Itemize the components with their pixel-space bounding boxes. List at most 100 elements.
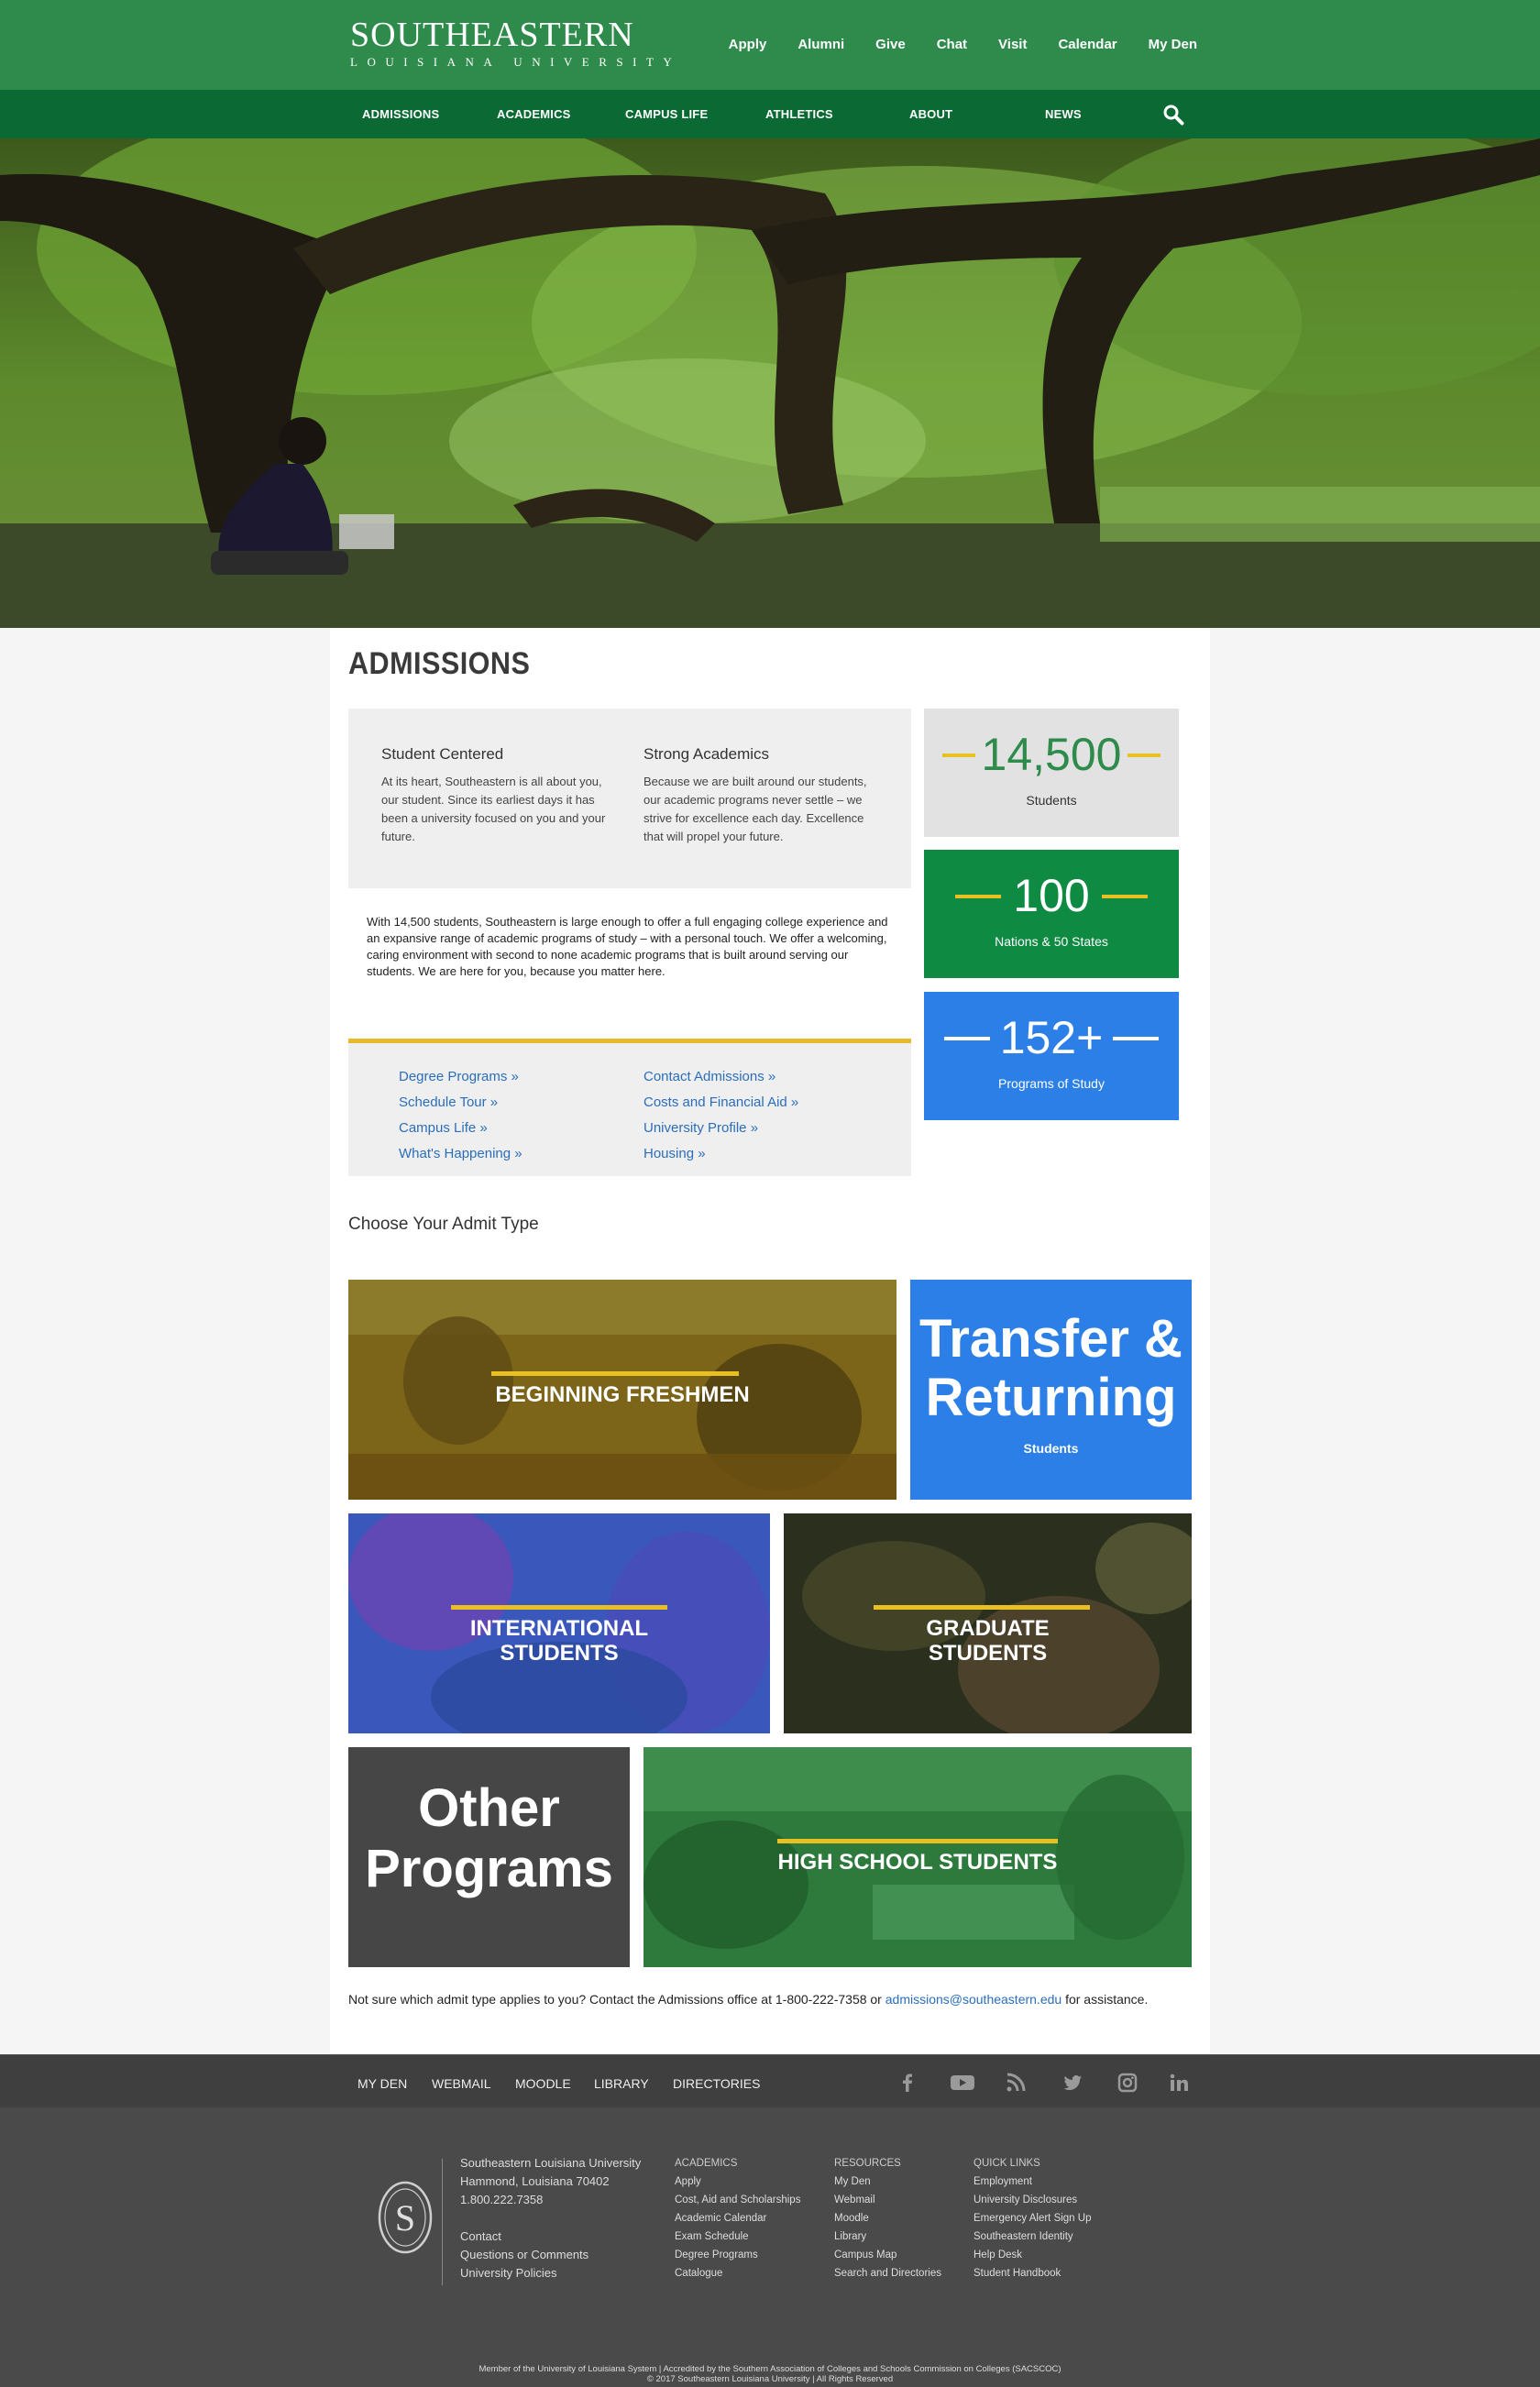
tile-other-line1: Other: [418, 1778, 560, 1838]
footer-university-name: Southeastern Louisiana University: [460, 2156, 642, 2170]
tile-high-school-students[interactable]: HIGH SCHOOL STUDENTS: [644, 1747, 1192, 1967]
nav-athletics[interactable]: ATHLETICS: [765, 107, 833, 121]
footer-academics-link[interactable]: Apply: [675, 2172, 800, 2191]
footer-link-moodle[interactable]: MOODLE: [515, 2076, 571, 2091]
stat-programs-label: Programs of Study: [998, 1076, 1105, 1091]
footer-link-contact[interactable]: Contact: [460, 2228, 641, 2246]
tile-accent-bar: [874, 1605, 1090, 1610]
footer-academics-link[interactable]: Academic Calendar: [675, 2209, 800, 2228]
nav-campus-life[interactable]: CAMPUS LIFE: [625, 107, 708, 121]
hero-image-campus-oaks: [0, 138, 1540, 628]
student-centered-text: At its heart, Southeastern is all about …: [381, 775, 606, 843]
footer-quick-link[interactable]: Student Handbook: [974, 2264, 1091, 2282]
admit-type-heading: Choose Your Admit Type: [348, 1215, 539, 1234]
footer-academics-link[interactable]: Degree Programs: [675, 2246, 800, 2264]
footer-link-directories[interactable]: DIRECTORIES: [673, 2076, 760, 2091]
tile-international-students[interactable]: INTERNATIONAL STUDENTS: [348, 1513, 770, 1733]
footer-resources-link[interactable]: Search and Directories: [834, 2264, 941, 2282]
footer-resources-link[interactable]: Library: [834, 2228, 941, 2246]
logo-main-text: SOUTHEASTERN: [350, 16, 634, 54]
footer-city: Hammond, Louisiana 70402: [460, 2174, 610, 2188]
intro-box: Student Centered At its heart, Southeast…: [348, 709, 911, 888]
link-schedule-tour[interactable]: Schedule Tour »: [399, 1094, 498, 1110]
footer-link-policies[interactable]: University Policies: [460, 2264, 641, 2282]
stat-nations-label: Nations & 50 States: [995, 934, 1108, 949]
footer-academics-heading: ACADEMICS: [675, 2158, 738, 2169]
utility-link-my-den[interactable]: My Den: [1149, 37, 1197, 52]
linkedin-icon[interactable]: [1168, 2072, 1190, 2094]
footer-quick-link[interactable]: Employment: [974, 2172, 1091, 2191]
footer-resources-link[interactable]: Moodle: [834, 2209, 941, 2228]
footer-divider: [442, 2159, 443, 2285]
utility-link-calendar[interactable]: Calendar: [1058, 37, 1116, 52]
tile-transfer-line2: Returning: [925, 1368, 1177, 1427]
tile-other-programs[interactable]: Other Programs: [348, 1747, 630, 1967]
stat-programs: 152+ Programs of Study: [924, 992, 1179, 1120]
footer-quick-link[interactable]: Help Desk: [974, 2246, 1091, 2264]
footer-spacer: [460, 2209, 641, 2228]
facebook-icon[interactable]: [896, 2072, 918, 2094]
search-icon[interactable]: [1162, 104, 1184, 126]
utility-link-apply[interactable]: Apply: [729, 37, 767, 52]
footer-resources-column: RESOURCES My Den Webmail Moodle Library …: [834, 2154, 941, 2282]
footer-link-webmail[interactable]: WEBMAIL: [432, 2076, 491, 2091]
footer-academics-link[interactable]: Exam Schedule: [675, 2228, 800, 2246]
link-contact-admissions[interactable]: Contact Admissions »: [644, 1069, 776, 1084]
svg-text:S: S: [395, 2197, 415, 2238]
nav-about[interactable]: ABOUT: [909, 107, 952, 121]
tile-graduate-line2: STUDENTS: [928, 1641, 1048, 1666]
link-housing[interactable]: Housing »: [644, 1146, 706, 1161]
tile-international-line2: STUDENTS: [500, 1641, 619, 1666]
stat-nations: 100 Nations & 50 States: [924, 850, 1179, 978]
link-costs-financial-aid[interactable]: Costs and Financial Aid »: [644, 1094, 798, 1110]
tile-international-line1: INTERNATIONAL: [469, 1616, 649, 1641]
footer-resources-link[interactable]: Webmail: [834, 2191, 941, 2209]
link-university-profile[interactable]: University Profile »: [644, 1120, 758, 1136]
logo-sub-text: LOUISIANA UNIVERSITY: [350, 55, 682, 69]
footer-resources-link[interactable]: My Den: [834, 2172, 941, 2191]
tile-transfer-line1: Transfer &: [919, 1309, 1182, 1369]
footer-academics-link[interactable]: Cost, Aid and Scholarships: [675, 2191, 800, 2209]
rss-icon[interactable]: [1005, 2072, 1027, 2094]
stat-students-label: Students: [1026, 793, 1077, 808]
utility-link-chat[interactable]: Chat: [937, 37, 967, 52]
footer-link-bar: MY DEN WEBMAIL MOODLE LIBRARY DIRECTORIE…: [0, 2054, 1540, 2107]
nav-academics[interactable]: ACADEMICS: [497, 107, 571, 121]
footer-academics-link[interactable]: Catalogue: [675, 2264, 800, 2282]
footer-quick-link[interactable]: Emergency Alert Sign Up: [974, 2209, 1091, 2228]
footer-quick-links-heading: QUICK LINKS: [974, 2158, 1040, 2169]
main-nav: ADMISSIONS ACADEMICS CAMPUS LIFE ATHLETI…: [0, 90, 1540, 138]
link-campus-life[interactable]: Campus Life »: [399, 1120, 488, 1136]
university-logo[interactable]: SOUTHEASTERN LOUISIANA UNIVERSITY: [350, 16, 681, 70]
utility-link-give[interactable]: Give: [875, 37, 906, 52]
stat-dash-right: [1128, 754, 1160, 757]
twitter-icon[interactable]: [1062, 2072, 1084, 2094]
link-whats-happening[interactable]: What's Happening »: [399, 1146, 522, 1161]
tile-beginning-freshmen[interactable]: BEGINNING FRESHMEN: [348, 1280, 896, 1500]
footer-quick-link[interactable]: Southeastern Identity: [974, 2228, 1091, 2246]
footer-quick-link[interactable]: University Disclosures: [974, 2191, 1091, 2209]
youtube-icon[interactable]: [950, 2072, 975, 2094]
tile-transfer-returning[interactable]: Transfer & Returning Students: [910, 1280, 1192, 1500]
tile-accent-bar: [491, 1371, 739, 1376]
footer-address: Southeastern Louisiana University Hammon…: [460, 2154, 641, 2282]
tile-graduate-students[interactable]: GRADUATE STUDENTS: [784, 1513, 1192, 1733]
footer-link-my-den[interactable]: MY DEN: [358, 2076, 407, 2091]
admissions-email-link[interactable]: admissions@southeastern.edu: [886, 1992, 1062, 2007]
nav-news[interactable]: NEWS: [1045, 107, 1082, 121]
footer-resources-link[interactable]: Campus Map: [834, 2246, 941, 2264]
instagram-icon[interactable]: [1116, 2072, 1138, 2094]
footer-link-questions[interactable]: Questions or Comments: [460, 2246, 641, 2264]
footer-phone: 1.800.222.7358: [460, 2193, 544, 2206]
university-seal-icon[interactable]: S: [378, 2181, 433, 2254]
footer-quick-links-column: QUICK LINKS Employment University Disclo…: [974, 2154, 1091, 2282]
stat-dash-right: [1102, 895, 1148, 898]
student-centered-title: Student Centered: [381, 745, 504, 763]
nav-admissions[interactable]: ADMISSIONS: [362, 107, 439, 121]
utility-link-visit[interactable]: Visit: [998, 37, 1027, 52]
tile-graduate-line1: GRADUATE: [926, 1616, 1050, 1641]
tile-transfer-sub: Students: [1023, 1441, 1079, 1456]
footer-link-library[interactable]: LIBRARY: [594, 2076, 649, 2091]
link-degree-programs[interactable]: Degree Programs »: [399, 1069, 519, 1084]
utility-link-alumni[interactable]: Alumni: [798, 37, 844, 52]
